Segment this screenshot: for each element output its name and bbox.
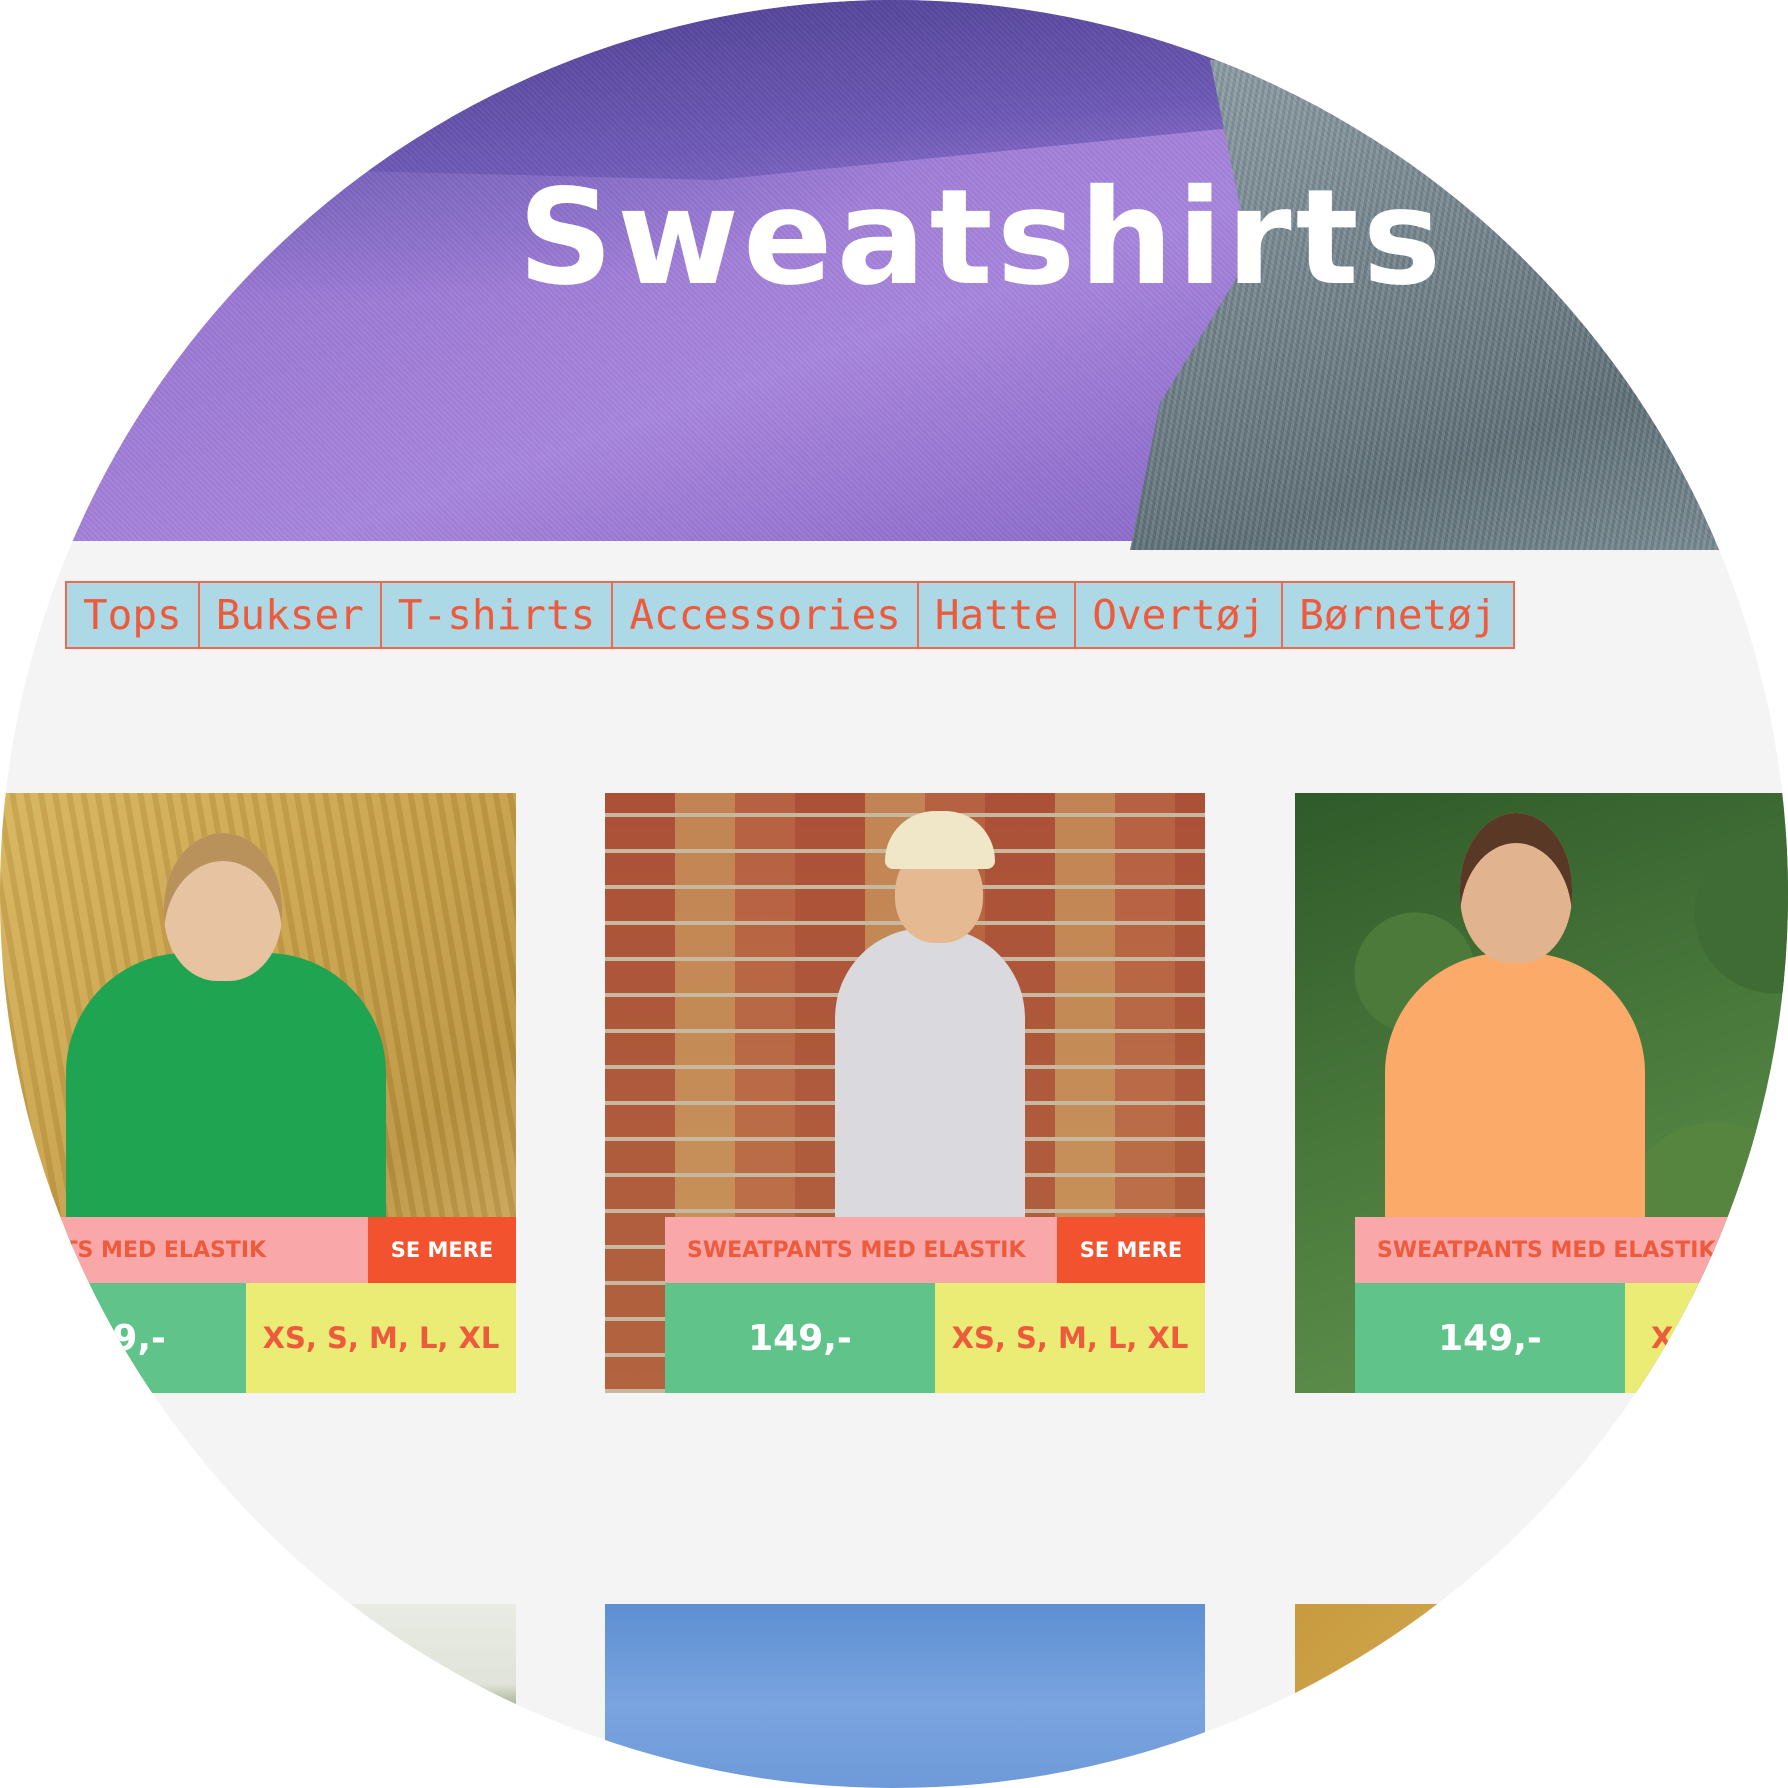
nav-item-bornetoj[interactable]: Børnetøj (1283, 583, 1512, 647)
shop-page: Sweatshirts Tops Bukser T-shirts Accesso… (0, 0, 1788, 1788)
nav-item-overtoj[interactable]: Overtøj (1076, 583, 1284, 647)
category-nav: Tops Bukser T-shirts Accessories Hatte O… (65, 581, 1515, 649)
product-price: 149,- (1355, 1283, 1625, 1393)
nav-item-accessories[interactable]: Accessories (613, 583, 919, 647)
person-head (1460, 813, 1572, 963)
person-head (164, 833, 282, 981)
product-price: 9,- (0, 1283, 246, 1393)
product-name: SWEATPANTS MED ELASTIK (665, 1217, 1057, 1283)
product-name: SWEATPANTS MED ELASTIK (1355, 1217, 1788, 1283)
product-card-preview[interactable] (0, 1604, 516, 1788)
product-name: TPANTS MED ELASTIK (0, 1217, 368, 1283)
product-price: 149,- (665, 1283, 935, 1393)
hero-banner: Sweatshirts (0, 0, 1788, 550)
product-card-preview[interactable] (605, 1604, 1205, 1788)
product-name-bar: TPANTS MED ELASTIK SE MERE (0, 1217, 516, 1283)
person-grey-sweatshirt (835, 928, 1025, 1238)
product-sizes: X (1625, 1283, 1788, 1393)
product-name-bar: SWEATPANTS MED ELASTIK (1355, 1217, 1788, 1283)
product-sizes: XS, S, M, L, XL (246, 1283, 516, 1393)
person-orange-sweatshirt (1385, 953, 1645, 1243)
person-green-sweatshirt (66, 953, 386, 1253)
product-name-bar: SWEATPANTS MED ELASTIK SE MERE (665, 1217, 1205, 1283)
nav-item-t-shirts[interactable]: T-shirts (382, 583, 614, 647)
product-card[interactable]: SWEATPANTS MED ELASTIK 149,- X (1295, 793, 1788, 1393)
product-sizes: XS, S, M, L, XL (935, 1283, 1205, 1393)
product-card[interactable]: TPANTS MED ELASTIK SE MERE 9,- XS, S, M,… (0, 793, 516, 1393)
circular-viewport: Sweatshirts Tops Bukser T-shirts Accesso… (0, 0, 1788, 1788)
product-info-bar: 9,- XS, S, M, L, XL (0, 1283, 516, 1393)
nav-item-tops[interactable]: Tops (67, 583, 200, 647)
product-info-bar: 149,- XS, S, M, L, XL (665, 1283, 1205, 1393)
nav-item-bukser[interactable]: Bukser (200, 583, 382, 647)
product-info-bar: 149,- X (1355, 1283, 1788, 1393)
see-more-button[interactable]: SE MERE (368, 1217, 516, 1283)
bucket-hat (885, 811, 995, 869)
page-title: Sweatshirts (518, 161, 1446, 315)
product-card[interactable]: SWEATPANTS MED ELASTIK SE MERE 149,- XS,… (605, 793, 1205, 1393)
see-more-button[interactable]: SE MERE (1057, 1217, 1205, 1283)
nav-item-hatte[interactable]: Hatte (919, 583, 1077, 647)
product-card-preview[interactable] (1295, 1604, 1788, 1788)
